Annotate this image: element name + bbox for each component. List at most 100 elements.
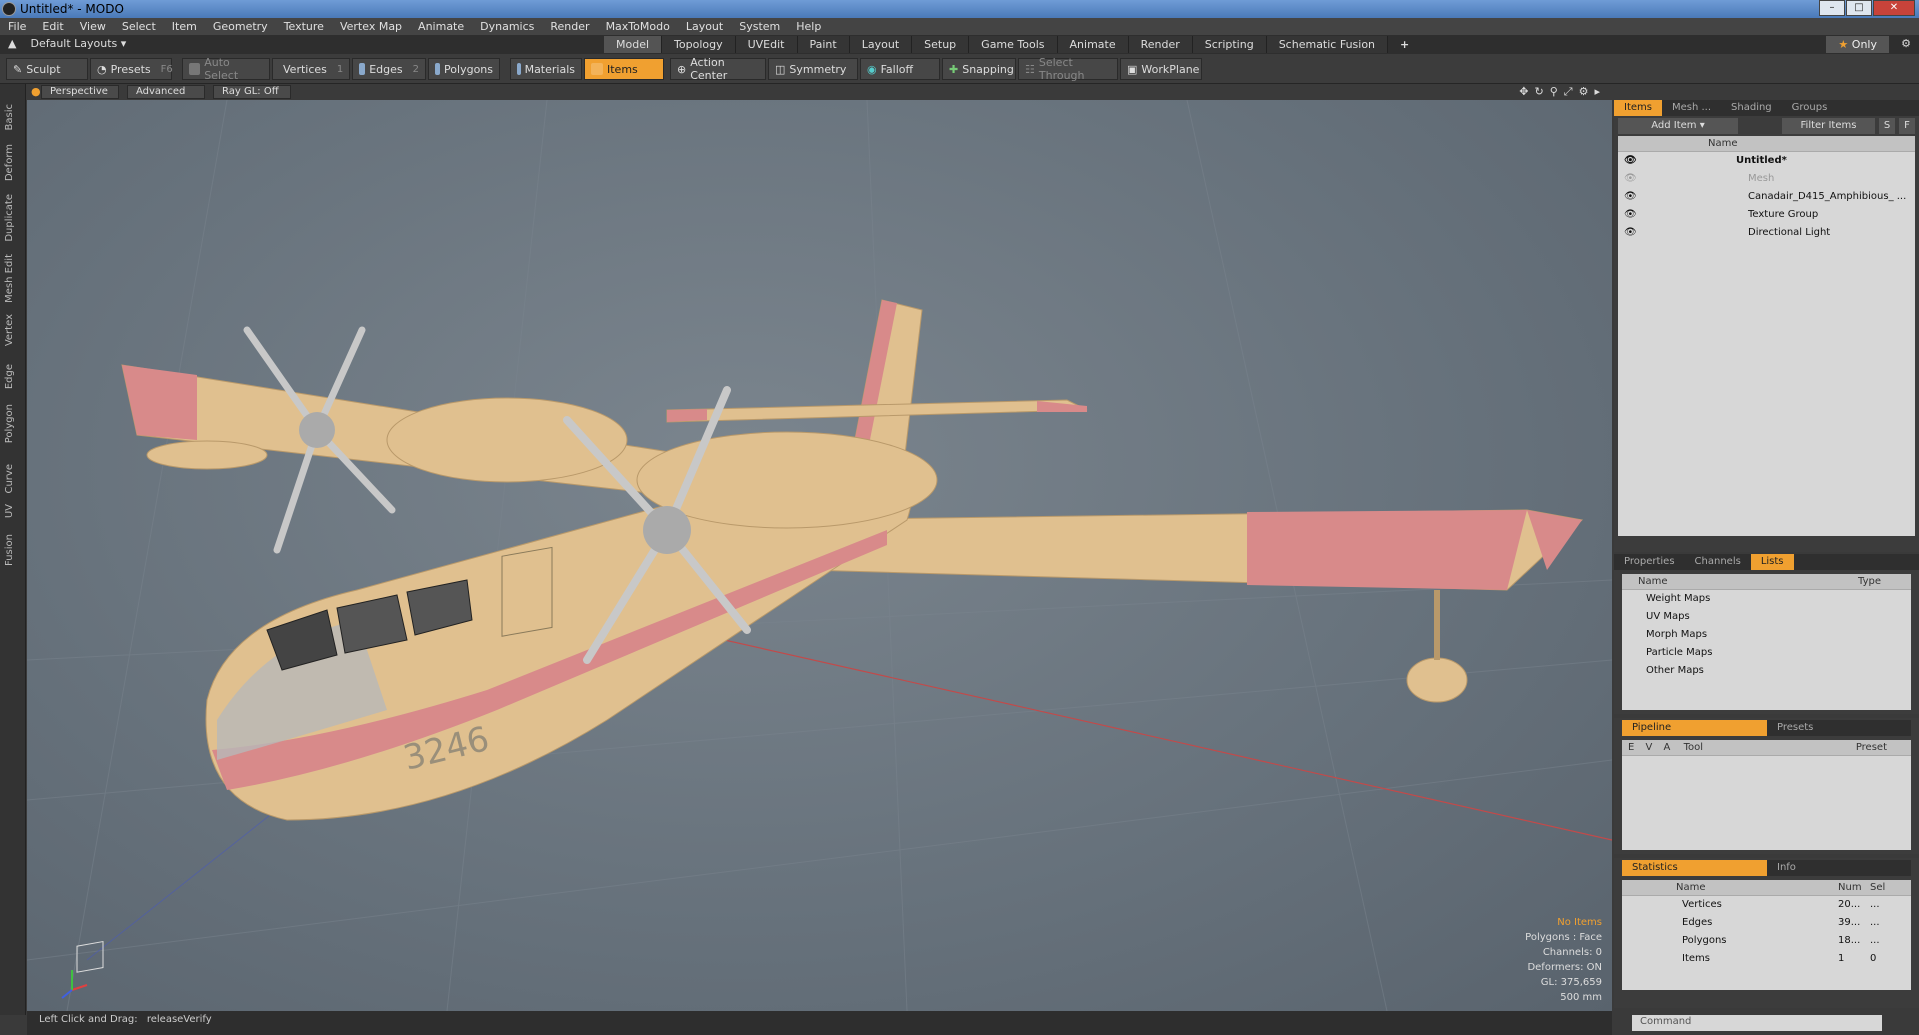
menu-vertex-map[interactable]: Vertex Map xyxy=(332,20,410,33)
left-tab-mesh-edit[interactable]: Mesh Edit xyxy=(4,254,15,303)
tab-presets[interactable]: Presets xyxy=(1767,720,1823,736)
s-button[interactable]: S xyxy=(1879,118,1895,134)
stat-row-edges[interactable]: Edges 39...... xyxy=(1622,914,1911,932)
eye-icon[interactable]: 👁 xyxy=(1624,188,1637,206)
filter-items-input[interactable]: Filter Items xyxy=(1782,118,1875,134)
polygons-button[interactable]: Polygons xyxy=(428,58,500,80)
perspective-dropdown[interactable]: Perspective xyxy=(41,85,119,99)
tab-scripting[interactable]: Scripting xyxy=(1192,36,1267,53)
tab-game-tools[interactable]: Game Tools xyxy=(969,36,1058,53)
tab-layout[interactable]: Layout xyxy=(849,36,913,53)
tab-statistics[interactable]: Statistics xyxy=(1622,860,1767,876)
tab-items[interactable]: Items xyxy=(1614,100,1662,116)
menu-animate[interactable]: Animate xyxy=(410,20,472,33)
symmetry-button[interactable]: ◫ Symmetry xyxy=(768,58,858,80)
tab-groups[interactable]: Groups xyxy=(1782,100,1838,116)
materials-button[interactable]: Materials xyxy=(510,58,582,80)
menu-geometry[interactable]: Geometry xyxy=(205,20,276,33)
tab-info[interactable]: Info xyxy=(1767,860,1806,876)
tab-render[interactable]: Render xyxy=(1128,36,1193,53)
stat-row-vertices[interactable]: Vertices 20...... xyxy=(1622,896,1911,914)
menu-view[interactable]: View xyxy=(72,20,114,33)
select-through-button[interactable]: ☷ Select Through xyxy=(1018,56,1118,82)
add-item-button[interactable]: Add Item ▾ xyxy=(1618,118,1738,134)
minimize-button[interactable]: – xyxy=(1819,0,1845,16)
left-tab-deform[interactable]: Deform xyxy=(4,144,15,181)
viewport-gear-icon[interactable]: ⚙ xyxy=(1579,85,1589,99)
left-tab-curve[interactable]: Curve xyxy=(4,464,15,494)
item-row-canadair[interactable]: 👁 Canadair_D415_Amphibious_ ... xyxy=(1618,188,1915,206)
item-row-mesh[interactable]: 👁 Mesh xyxy=(1618,170,1915,188)
advanced-dropdown[interactable]: Advanced xyxy=(127,85,205,99)
tab-paint[interactable]: Paint xyxy=(797,36,850,53)
left-tab-fusion[interactable]: Fusion xyxy=(4,534,15,566)
left-tab-basic[interactable]: Basic xyxy=(4,104,15,130)
snapping-button[interactable]: ✚ Snapping xyxy=(942,58,1016,80)
edges-button[interactable]: Edges 2 xyxy=(352,58,426,80)
only-toggle[interactable]: ★ Only xyxy=(1826,36,1889,53)
left-tab-edge[interactable]: Edge xyxy=(4,364,15,389)
tab-pipeline[interactable]: Pipeline xyxy=(1622,720,1767,736)
menu-render[interactable]: Render xyxy=(542,20,597,33)
item-row-texture-group[interactable]: 👁 Texture Group xyxy=(1618,206,1915,224)
sculpt-button[interactable]: ✎ Sculpt xyxy=(6,58,88,80)
action-center-button[interactable]: ⊕ Action Center xyxy=(670,56,766,82)
tab-properties[interactable]: Properties xyxy=(1614,554,1685,570)
left-tab-uv[interactable]: UV xyxy=(4,504,15,518)
tab-mesh[interactable]: Mesh ... xyxy=(1662,100,1721,116)
f-button[interactable]: F xyxy=(1899,118,1915,134)
maximize-button[interactable]: □ xyxy=(1846,0,1872,16)
default-layouts-dropdown[interactable]: Default Layouts ▾ xyxy=(30,37,126,50)
item-row-directional-light[interactable]: 👁 Directional Light xyxy=(1618,224,1915,242)
add-tab-button[interactable]: + xyxy=(1388,36,1421,53)
zoom-icon[interactable]: ⚲ xyxy=(1550,85,1558,99)
left-tab-vertex[interactable]: Vertex xyxy=(4,314,15,346)
close-button[interactable]: ✕ xyxy=(1873,0,1915,16)
eye-icon[interactable]: 👁 xyxy=(1624,152,1637,170)
item-row-untitled[interactable]: 👁 Untitled* xyxy=(1618,152,1915,170)
tab-topology[interactable]: Topology xyxy=(662,36,736,53)
menu-maxtomodo[interactable]: MaxToModo xyxy=(598,20,678,33)
left-tab-polygon[interactable]: Polygon xyxy=(4,404,15,443)
items-button[interactable]: Items xyxy=(584,58,664,80)
menu-select[interactable]: Select xyxy=(114,20,164,33)
gear-icon[interactable]: ⚙ xyxy=(1901,37,1911,50)
3d-viewport[interactable]: 3246 No Items Polygons : Face Channels: … xyxy=(27,100,1612,1011)
menu-dynamics[interactable]: Dynamics xyxy=(472,20,542,33)
raygl-toggle[interactable]: Ray GL: Off xyxy=(213,85,291,99)
menu-texture[interactable]: Texture xyxy=(276,20,332,33)
tab-animate[interactable]: Animate xyxy=(1057,36,1129,53)
menu-file[interactable]: File xyxy=(0,20,34,33)
menu-system[interactable]: System xyxy=(731,20,788,33)
pan-icon[interactable]: ✥ xyxy=(1519,85,1528,99)
left-tab-duplicate[interactable]: Duplicate xyxy=(4,194,15,242)
presets-button[interactable]: ◔ Presets F6 xyxy=(90,58,173,80)
menu-item[interactable]: Item xyxy=(164,20,205,33)
eye-icon[interactable]: 👁 xyxy=(1624,224,1637,242)
list-item-other-maps[interactable]: Other Maps xyxy=(1622,662,1911,680)
fit-icon[interactable]: ⤢ xyxy=(1564,85,1573,99)
tab-model[interactable]: Model xyxy=(604,36,663,53)
menu-help[interactable]: Help xyxy=(788,20,829,33)
viewport-menu-icon[interactable]: ▸ xyxy=(1594,85,1600,99)
eye-icon[interactable]: 👁 xyxy=(1624,170,1637,188)
auto-select-button[interactable]: Auto Select xyxy=(182,56,270,82)
tab-setup[interactable]: Setup xyxy=(912,36,970,53)
tab-schematic-fusion[interactable]: Schematic Fusion xyxy=(1266,36,1389,53)
falloff-button[interactable]: ◉ Falloff xyxy=(860,58,940,80)
stat-row-items[interactable]: Items 1 0 xyxy=(1622,950,1911,968)
tab-channels[interactable]: Channels xyxy=(1685,554,1751,570)
list-item-particle-maps[interactable]: Particle Maps xyxy=(1622,644,1911,662)
vertices-button[interactable]: Vertices 1 xyxy=(272,58,350,80)
tab-shading[interactable]: Shading xyxy=(1721,100,1782,116)
tab-uvedit[interactable]: UVEdit xyxy=(735,36,798,53)
command-input[interactable]: Command xyxy=(1632,1015,1882,1031)
rotate-icon[interactable]: ↻ xyxy=(1535,85,1544,99)
tab-lists[interactable]: Lists xyxy=(1750,554,1794,570)
stat-row-polygons[interactable]: Polygons 18...... xyxy=(1622,932,1911,950)
layout-lock-icon[interactable]: ▲ xyxy=(8,37,16,50)
menu-edit[interactable]: Edit xyxy=(34,20,71,33)
list-item-weight-maps[interactable]: Weight Maps xyxy=(1622,590,1911,608)
list-item-morph-maps[interactable]: Morph Maps xyxy=(1622,626,1911,644)
menu-layout[interactable]: Layout xyxy=(678,20,731,33)
